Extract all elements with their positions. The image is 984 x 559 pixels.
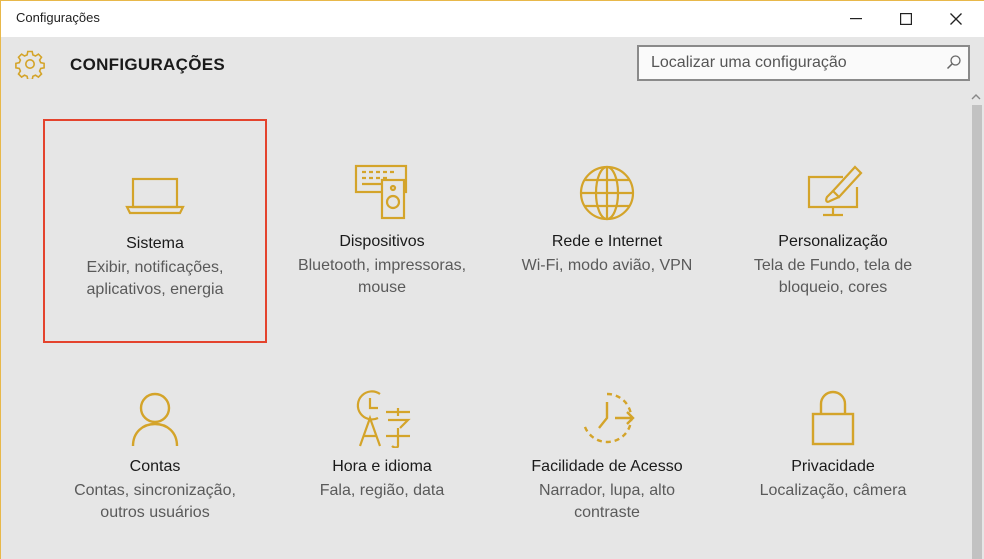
maximize-icon	[900, 13, 912, 25]
tile-description: Bluetooth, impressoras, mouse	[297, 257, 467, 296]
tile-name: Dispositivos	[339, 233, 425, 250]
laptop-icon	[45, 165, 265, 225]
tile-rede-e-internet[interactable]: Rede e Internet Wi-Fi, modo avião, VPN	[495, 119, 719, 343]
window-title: Configurações	[16, 10, 100, 25]
tile-description: Wi-Fi, modo avião, VPN	[521, 257, 693, 274]
tile-name: Personalização	[778, 233, 888, 250]
tile-name: Facilidade de Acesso	[531, 458, 683, 475]
globe-icon	[495, 163, 719, 223]
devices-icon	[270, 163, 494, 223]
maximize-button[interactable]	[883, 1, 929, 37]
minimize-button[interactable]	[833, 1, 879, 37]
title-bar[interactable]: Configurações	[1, 1, 984, 37]
gear-icon	[15, 50, 45, 79]
tile-description: Narrador, lupa, alto contraste	[538, 482, 676, 521]
tile-hora-e-idioma[interactable]: Hora e idioma Fala, região, data	[270, 344, 494, 559]
tile-description: Tela de Fundo, tela de bloqueio, cores	[753, 257, 913, 296]
tile-description: Exibir, notificações, aplicativos, energ…	[86, 259, 224, 298]
page-title: CONFIGURAÇÕES	[70, 55, 226, 74]
settings-window: Configurações CONFIGURAÇÕES Localizar um…	[0, 0, 984, 559]
search-box[interactable]	[637, 45, 970, 81]
tile-name: Privacidade	[791, 458, 875, 475]
tile-contas[interactable]: Contas Contas, sincronização, outros usu…	[43, 344, 267, 559]
ease-of-access-icon	[495, 388, 719, 448]
scrollbar[interactable]	[968, 89, 984, 559]
lock-icon	[721, 388, 945, 448]
close-icon	[950, 13, 962, 25]
tile-personalizacao[interactable]: Personalização Tela de Fundo, tela de bl…	[721, 119, 945, 343]
search-input[interactable]	[639, 47, 939, 79]
tile-description: Localização, câmera	[759, 482, 907, 499]
paint-icon	[721, 163, 945, 223]
time-language-icon	[270, 388, 494, 448]
close-button[interactable]	[933, 1, 979, 37]
person-icon	[43, 388, 267, 448]
tile-dispositivos[interactable]: Dispositivos Bluetooth, impressoras, mou…	[270, 119, 494, 343]
tile-name: Sistema	[126, 235, 184, 252]
tile-name: Hora e idioma	[332, 458, 432, 475]
tile-name: Rede e Internet	[551, 233, 663, 250]
tile-name: Contas	[129, 458, 181, 475]
scrollbar-thumb[interactable]	[972, 105, 982, 559]
tile-description: Fala, região, data	[319, 482, 445, 499]
scroll-up-arrow-icon[interactable]	[971, 93, 981, 101]
minimize-icon	[850, 18, 862, 20]
tile-description: Contas, sincronização, outros usuários	[74, 482, 236, 521]
search-icon[interactable]	[946, 54, 962, 70]
tile-facilidade-de-acesso[interactable]: Facilidade de Acesso Narrador, lupa, alt…	[495, 344, 719, 559]
tile-sistema[interactable]: Sistema Exibir, notificações, aplicativo…	[43, 119, 267, 343]
tile-privacidade[interactable]: Privacidade Localização, câmera	[721, 344, 945, 559]
settings-header: CONFIGURAÇÕES	[1, 37, 984, 97]
